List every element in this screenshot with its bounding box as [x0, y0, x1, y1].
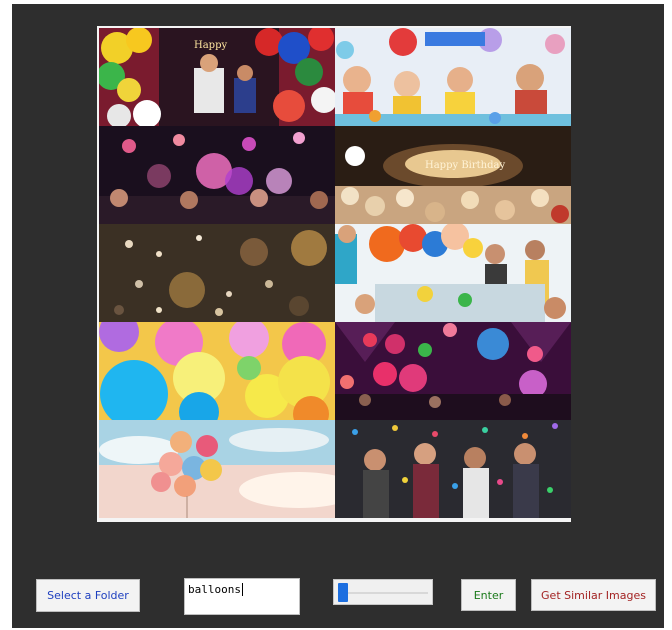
tile-balloon-bunch-sky[interactable] — [99, 420, 335, 518]
svg-text:Happy Birthday: Happy Birthday — [425, 160, 505, 171]
select-folder-button[interactable]: Select a Folder — [36, 579, 140, 612]
search-input[interactable]: balloons — [184, 578, 300, 615]
text-caret — [241, 583, 243, 596]
tile-kids-party-colorful-balloons[interactable] — [335, 224, 571, 322]
tile-happy-birthday-balloon-floor[interactable]: Happy Birthday — [335, 126, 571, 224]
tile-birthday-balloons-kids[interactable]: Happy — [99, 28, 335, 126]
slider-track — [338, 592, 428, 594]
slider-thumb[interactable] — [338, 583, 348, 602]
enter-button[interactable]: Enter — [461, 579, 516, 611]
tile-colorful-balloons-closeup[interactable] — [99, 322, 335, 420]
get-similar-images-button[interactable]: Get Similar Images — [531, 579, 656, 611]
image-gallery: Happy Happy Birthday — [97, 26, 571, 522]
tile-party-crowd-purple[interactable] — [99, 126, 335, 224]
similarity-slider[interactable] — [333, 579, 433, 605]
tile-gold-confetti-balloons[interactable] — [99, 224, 335, 322]
tile-kids-party-table[interactable] — [335, 28, 571, 126]
search-input-value: balloons — [188, 583, 241, 596]
tile-concert-balloons[interactable] — [335, 322, 571, 420]
svg-text:Happy: Happy — [194, 40, 227, 51]
tile-confetti-crowd[interactable] — [335, 420, 571, 518]
